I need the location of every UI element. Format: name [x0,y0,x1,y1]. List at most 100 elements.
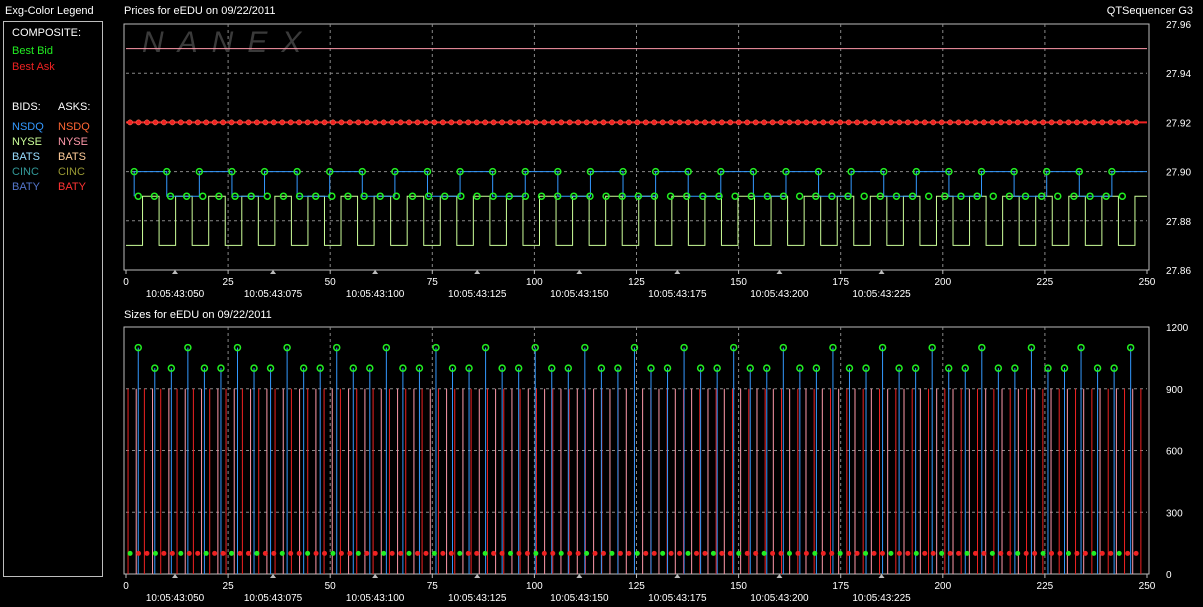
size-time-label: 10:05:43:125 [448,593,507,604]
size-base-point [457,550,463,556]
size-time-label: 10:05:43:075 [244,593,303,604]
size-base-point [330,550,336,556]
size-base-point [398,550,404,556]
size-base-point [820,550,826,556]
size-base-point [584,550,590,556]
size-base-point [643,550,649,556]
size-base-point [381,550,387,556]
size-time-marker [172,574,179,578]
size-base-point [981,550,987,556]
size-base-point [355,550,361,556]
size-base-point [753,550,759,556]
size-base-point [964,550,970,556]
size-base-point [220,550,226,556]
size-base-point [440,550,446,556]
size-x-tick-label: 250 [1139,581,1156,592]
size-time-label: 10:05:43:200 [750,593,809,604]
size-base-point [677,550,683,556]
size-y-tick-label: 1200 [1166,323,1189,334]
size-base-point [601,550,607,556]
size-base-point [879,550,885,556]
size-base-point [905,550,911,556]
size-base-point [744,550,750,556]
size-base-point [854,550,860,556]
size-time-label: 10:05:43:175 [648,593,707,604]
size-base-point [195,550,201,556]
size-base-point [347,550,353,556]
size-base-point [575,550,581,556]
size-base-point [279,550,285,556]
size-time-label: 10:05:43:050 [146,593,205,604]
size-base-point [693,550,699,556]
size-base-point [913,550,919,556]
size-x-tick-label: 150 [730,581,747,592]
size-base-point [254,550,260,556]
size-x-tick-label: 100 [526,581,543,592]
size-base-point [736,550,742,556]
size-base-point [508,550,514,556]
size-y-tick-label: 300 [1166,508,1183,519]
size-base-point [863,550,869,556]
size-y-tick-label: 600 [1166,447,1183,458]
size-base-point [482,550,488,556]
size-base-point [1040,550,1046,556]
size-base-point [617,550,623,556]
size-base-point [169,550,175,556]
size-base-point [322,550,328,556]
size-base-point [871,550,877,556]
size-x-tick-label: 25 [223,581,235,592]
size-base-point [930,550,936,556]
size-base-point [212,550,218,556]
size-base-point [127,550,133,556]
size-chart: 1200 900 600 300 0 0 25 50 75 100 125 150 175 200 225 2… [123,323,1189,604]
size-base-point [1125,550,1131,556]
size-base-point [271,550,277,556]
size-base-point [541,550,547,556]
size-base-point [136,550,142,556]
size-base-point [229,550,235,556]
size-x-tick-label: 50 [325,581,337,592]
size-x-tick-label: 225 [1037,581,1054,592]
size-base-point [499,550,505,556]
size-x-tick-label: 200 [934,581,951,592]
size-base-point [1074,550,1080,556]
size-base-point [1032,550,1038,556]
size-base-point [1015,550,1021,556]
size-time-marker [576,574,583,578]
size-base-point [719,550,725,556]
size-base-point [389,550,395,556]
size-base-point [634,550,640,556]
size-base-point [803,550,809,556]
size-base-point [161,550,167,556]
size-base-point [956,550,962,556]
size-y-tick-label: 0 [1166,570,1172,581]
size-base-point [786,550,792,556]
size-x-tick-label: 75 [427,581,439,592]
size-base-point [1023,550,1029,556]
size-base-point [998,550,1004,556]
size-base-point [592,550,598,556]
size-x-tick-label: 125 [628,581,645,592]
size-base-point [1108,550,1114,556]
size-base-point [947,550,953,556]
size-base-point [524,550,530,556]
size-base-point [972,550,978,556]
size-base-point [406,550,412,556]
size-y-tick-label: 900 [1166,385,1183,396]
size-base-point [922,550,928,556]
size-base-point [558,550,564,556]
size-base-point [812,550,818,556]
size-base-point [727,550,733,556]
size-base-point [1006,550,1012,556]
size-base-point [795,550,801,556]
size-base-point [829,550,835,556]
size-base-point [567,550,573,556]
size-base-point [288,550,294,556]
size-base-point [660,550,666,556]
size-base-point [305,550,311,556]
size-base-point [888,550,894,556]
size-time-marker [372,574,379,578]
size-base-point [178,550,184,556]
size-base-point [1057,550,1063,556]
size-base-point [668,550,674,556]
